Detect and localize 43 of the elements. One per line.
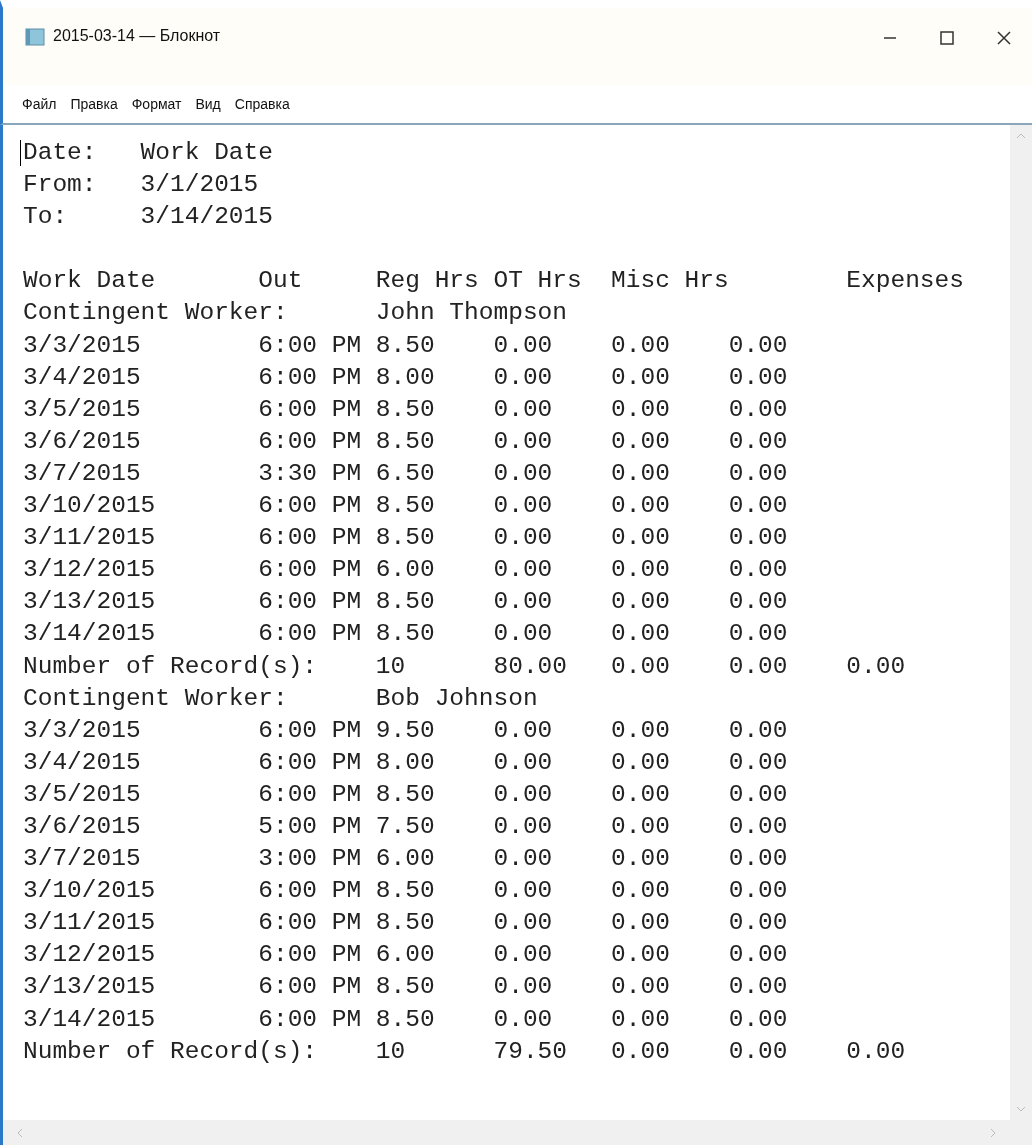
text-line: 3/12/2015 6:00 PM 6.00 0.00 0.00 0.00 xyxy=(23,940,788,971)
window-title: 2015-03-14 — Блокнот xyxy=(53,26,222,46)
menu-item[interactable]: Вид xyxy=(188,94,228,114)
scroll-right-icon[interactable] xyxy=(990,1127,996,1138)
notepad-icon xyxy=(25,28,45,46)
text-line: 3/10/2015 6:00 PM 8.50 0.00 0.00 0.00 xyxy=(23,876,788,907)
text-line: 3/12/2015 6:00 PM 6.00 0.00 0.00 0.00 xyxy=(23,555,788,586)
maximize-icon xyxy=(938,30,955,46)
text-line: Work Date Out Reg Hrs OT Hrs Misc Hrs Expenses xyxy=(23,266,964,297)
menu-item[interactable]: Справка xyxy=(227,94,297,114)
text-line: 3/4/2015 6:00 PM 8.00 0.00 0.00 0.00 xyxy=(23,362,788,393)
menu-item[interactable]: Файл xyxy=(15,94,64,114)
minimize-icon xyxy=(882,37,897,39)
text-line: 3/10/2015 6:00 PM 8.50 0.00 0.00 0.00 xyxy=(23,491,788,522)
scroll-left-icon[interactable] xyxy=(17,1127,23,1138)
text-line: 3/7/2015 3:30 PM 6.50 0.00 0.00 0.00 xyxy=(23,458,788,489)
text-line: From: 3/1/2015 xyxy=(23,170,259,201)
text-line: 3/3/2015 6:00 PM 8.50 0.00 0.00 0.00 xyxy=(23,330,788,361)
menu-item[interactable]: Правка xyxy=(63,94,125,114)
close-icon xyxy=(995,30,1012,46)
text-line: 3/13/2015 6:00 PM 8.50 0.00 0.00 0.00 xyxy=(23,587,788,618)
scroll-down-icon[interactable] xyxy=(1016,1106,1026,1112)
text-line: 3/5/2015 6:00 PM 8.50 0.00 0.00 0.00 xyxy=(23,394,788,425)
menu-item[interactable]: Формат xyxy=(124,94,189,114)
text-line: Number of Record(s): 10 79.50 0.00 0.00 0.00 xyxy=(23,1036,906,1067)
text-line: 3/14/2015 6:00 PM 8.50 0.00 0.00 0.00 xyxy=(23,1004,788,1035)
text-line: Number of Record(s): 10 80.00 0.00 0.00 0.00 xyxy=(23,651,906,682)
text-line: Contingent Worker: John Thompson xyxy=(23,298,567,329)
scroll-up-icon[interactable] xyxy=(1016,133,1026,139)
text-line: 3/11/2015 6:00 PM 8.50 0.00 0.00 0.00 xyxy=(23,523,788,554)
text-line: 3/7/2015 3:00 PM 6.00 0.00 0.00 0.00 xyxy=(23,844,788,875)
text-line: 3/4/2015 6:00 PM 8.00 0.00 0.00 0.00 xyxy=(23,747,788,778)
text-line: Contingent Worker: Bob Johnson xyxy=(23,683,538,714)
text-line: 3/6/2015 5:00 PM 7.50 0.00 0.00 0.00 xyxy=(23,811,788,842)
text-line: 3/11/2015 6:00 PM 8.50 0.00 0.00 0.00 xyxy=(23,908,788,939)
text-line: Date: Work Date xyxy=(23,138,273,168)
text-line: To: 3/14/2015 xyxy=(23,202,273,233)
text-line: 3/6/2015 6:00 PM 8.50 0.00 0.00 0.00 xyxy=(23,426,788,457)
text-line: 3/3/2015 6:00 PM 9.50 0.00 0.00 0.00 xyxy=(23,715,788,746)
text-line: 3/14/2015 6:00 PM 8.50 0.00 0.00 0.00 xyxy=(23,619,788,650)
text-line: 3/5/2015 6:00 PM 8.50 0.00 0.00 0.00 xyxy=(23,779,788,810)
text-line: 3/13/2015 6:00 PM 8.50 0.00 0.00 0.00 xyxy=(23,972,788,1003)
text-cursor xyxy=(20,140,21,166)
